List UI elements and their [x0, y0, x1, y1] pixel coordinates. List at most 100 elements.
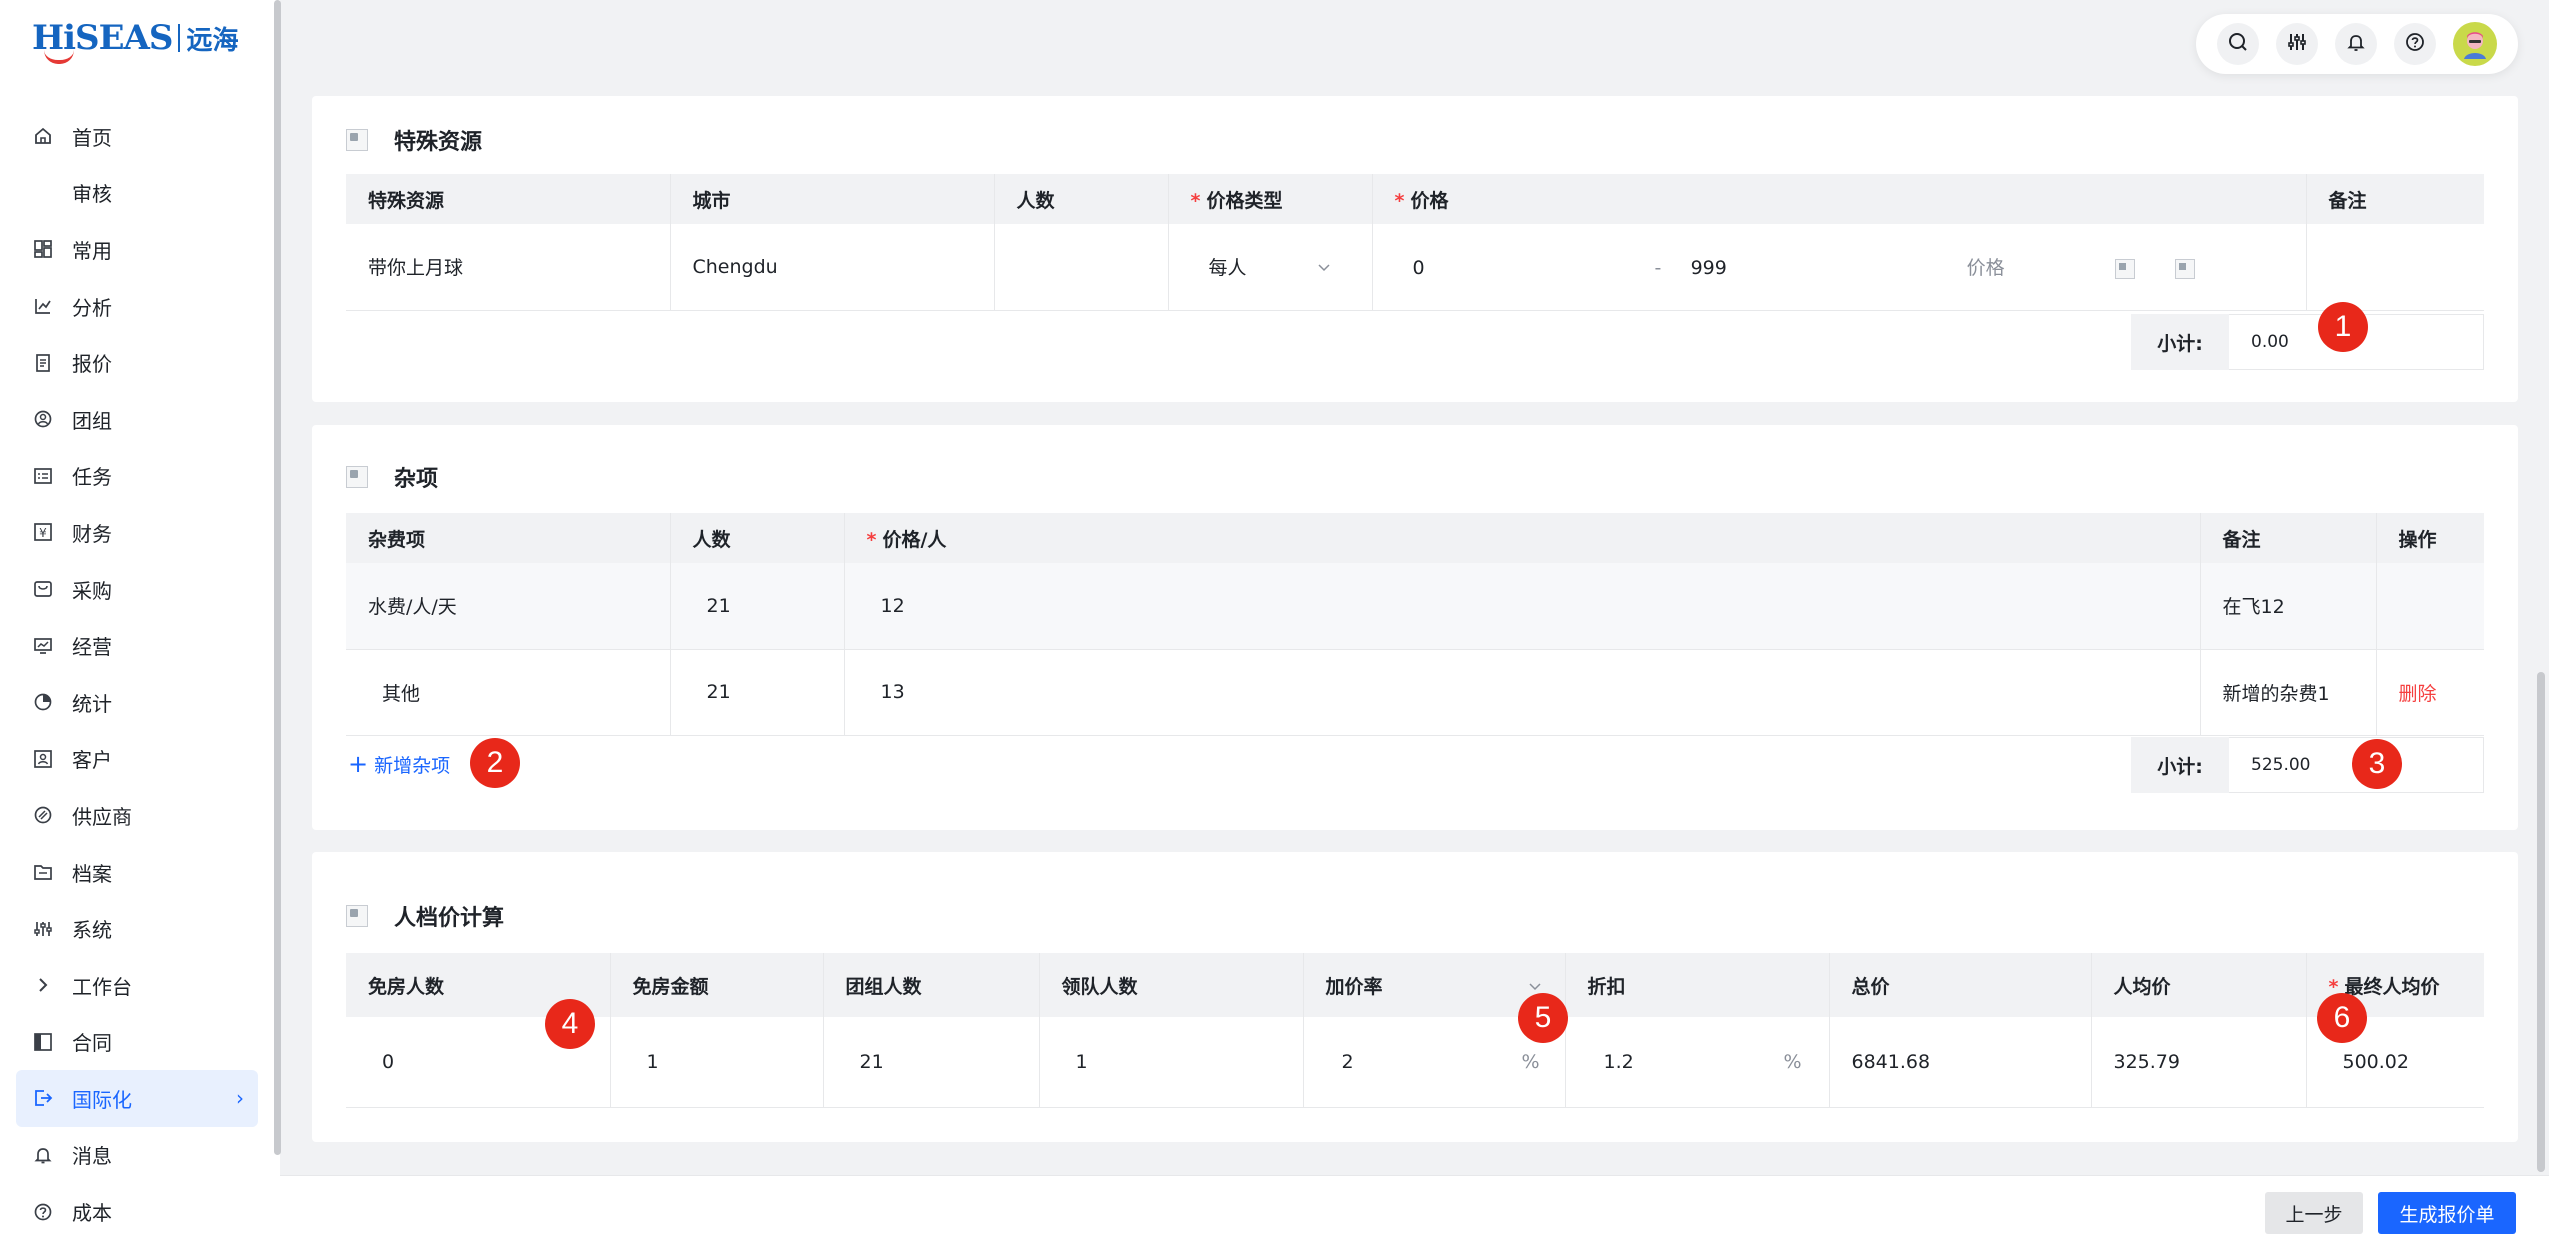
col-header-total: 总价 — [1829, 953, 2092, 1017]
purchase-icon — [32, 578, 54, 600]
item-cell[interactable]: 其他 — [346, 649, 671, 736]
delete-link[interactable]: 删除 — [2376, 649, 2484, 736]
sidebar-item-label: 首页 — [72, 125, 112, 150]
sidebar-item-contract[interactable]: 合同 — [16, 1014, 258, 1071]
remark-cell[interactable]: 在飞12 — [2200, 563, 2377, 650]
col-header-label: 最终人均价 — [2344, 975, 2440, 998]
sidebar-item-label: 成本 — [72, 1201, 112, 1226]
supplier-icon — [32, 804, 54, 826]
col-header-remark: 备注 — [2200, 513, 2377, 563]
sidebar-scrollbar[interactable] — [274, 0, 281, 1155]
table-row: 水费/人/天 21 12 在飞12 — [346, 563, 2484, 650]
special-resources-panel: 特殊资源 特殊资源 城市 人数 * 价格类型 * 价格 备注 带你上月球 Chen — [312, 96, 2518, 402]
discount-cell: 1.2 % — [1565, 1017, 1830, 1108]
price-cell[interactable]: 12 — [844, 563, 2201, 650]
price-placeholder[interactable]: 价格 — [1967, 253, 2109, 280]
remark-cell[interactable] — [2306, 224, 2484, 311]
sidebar-item-quote[interactable]: 报价 — [16, 334, 258, 391]
special-resources-table: 特殊资源 城市 人数 * 价格类型 * 价格 备注 带你上月球 Chengdu 每人 — [346, 174, 2484, 311]
section-title: 人档价计算 — [346, 900, 504, 932]
col-header-price-type: * 价格类型 — [1168, 174, 1373, 224]
sidebar-item-stats[interactable]: 统计 — [16, 674, 258, 731]
total-value: 6841.68 — [1829, 1017, 2092, 1108]
section-title: 特殊资源 — [346, 124, 482, 156]
section-title: 杂项 — [346, 461, 438, 493]
people-cell[interactable]: 21 — [670, 649, 845, 736]
discount-input[interactable]: 1.2 — [1588, 1051, 1778, 1073]
sidebar-item-label: 任务 — [72, 465, 112, 490]
add-icon[interactable] — [2114, 258, 2135, 279]
sidebar-item-customer[interactable]: 客户 — [16, 731, 258, 788]
col-header-label: 价格/人 — [882, 528, 947, 551]
sidebar-item-analysis[interactable]: 分析 — [16, 278, 258, 335]
prev-step-button[interactable]: 上一步 — [2265, 1192, 2363, 1234]
price-max-input[interactable]: 999 — [1691, 257, 1961, 279]
subtotal-label: 小计: — [2131, 314, 2229, 370]
free-amount-input[interactable]: 1 — [610, 1017, 824, 1108]
group-size-input[interactable]: 21 — [823, 1017, 1040, 1108]
people-cell[interactable] — [994, 224, 1169, 311]
col-header-action: 操作 — [2376, 513, 2484, 563]
finance-icon: ¥ — [32, 521, 54, 543]
chevron-down-icon — [1317, 257, 1331, 279]
generate-quote-button[interactable]: 生成报价单 — [2378, 1192, 2516, 1234]
sidebar-item-purchase[interactable]: 采购 — [16, 561, 258, 618]
notifications-button[interactable] — [2334, 23, 2377, 65]
contract-icon — [32, 1031, 54, 1053]
sidebar-item-review[interactable]: 审核 — [16, 165, 258, 222]
price-calc-panel: 人档价计算 免房人数 免房金额 团组人数 领队人数 加价率 折扣 总价 人均价 … — [312, 852, 2518, 1142]
logo[interactable]: HiSEAS 远海 — [32, 18, 239, 64]
logo-smile-icon — [44, 50, 74, 64]
misc-table: 杂费项 人数 *价格/人 备注 操作 水费/人/天 21 12 在飞12 其他 — [346, 513, 2484, 736]
sidebar-item-label: 消息 — [72, 1144, 112, 1169]
remove-icon[interactable] — [2174, 258, 2195, 279]
people-cell[interactable]: 21 — [670, 563, 845, 650]
annotation-badge-6: 6 — [2317, 993, 2367, 1043]
help-button[interactable] — [2394, 23, 2437, 65]
sidebar-item-group[interactable]: 团组 — [16, 391, 258, 448]
resource-cell[interactable]: 带你上月球 — [346, 224, 671, 311]
sidebar-item-task[interactable]: 任务 — [16, 448, 258, 505]
remark-cell[interactable]: 新增的杂费1 — [2200, 649, 2377, 736]
sidebar-item-i18n[interactable]: 国际化 › — [16, 1070, 258, 1127]
markup-input[interactable]: 2 — [1326, 1051, 1516, 1073]
price-cell[interactable]: 13 — [844, 649, 2201, 736]
search-button[interactable] — [2216, 23, 2259, 65]
help-icon — [2404, 31, 2426, 57]
sidebar-item-home[interactable]: 首页 — [16, 108, 258, 165]
price-calc-table: 免房人数 免房金额 团组人数 领队人数 加价率 折扣 总价 人均价 * 最终人均价 — [346, 953, 2484, 1108]
city-cell[interactable]: Chengdu — [670, 224, 995, 311]
settings-button[interactable] — [2275, 23, 2318, 65]
sidebar-item-workbench[interactable]: 工作台 — [16, 957, 258, 1014]
price-type-select[interactable]: 每人 — [1168, 224, 1373, 311]
item-cell[interactable]: 水费/人/天 — [346, 563, 671, 650]
sidebar-item-label: 统计 — [72, 691, 112, 716]
sidebar: HiSEAS 远海 首页 审核 常用 分析 报价 团组 任务 ¥ 财务 采购 经… — [0, 0, 280, 1251]
sidebar-item-label: 财务 — [72, 521, 112, 546]
col-header-city: 城市 — [670, 174, 995, 224]
sidebar-item-cost[interactable]: 成本 — [16, 1183, 258, 1240]
sidebar-item-operation[interactable]: 经营 — [16, 617, 258, 674]
sidebar-item-archive[interactable]: 档案 — [16, 844, 258, 901]
chevron-right-icon — [32, 974, 54, 996]
sidebar-item-label: 工作台 — [72, 974, 132, 999]
required-mark: * — [1394, 189, 1405, 212]
sidebar-item-label: 分析 — [72, 295, 112, 320]
sidebar-item-finance[interactable]: ¥ 财务 — [16, 504, 258, 561]
avatar[interactable] — [2453, 22, 2498, 66]
annotation-badge-2: 2 — [470, 738, 520, 788]
top-toolbar — [2196, 14, 2518, 74]
plus-icon: + — [348, 750, 369, 778]
sidebar-item-system[interactable]: 系统 — [16, 900, 258, 957]
sidebar-item-message[interactable]: 消息 — [16, 1127, 258, 1184]
sidebar-item-supplier[interactable]: 供应商 — [16, 787, 258, 844]
add-misc-button[interactable]: + 新增杂项 — [348, 750, 450, 778]
leaders-input[interactable]: 1 — [1039, 1017, 1304, 1108]
logo-divider — [178, 24, 181, 52]
table-header-row: 杂费项 人数 * 价格/人 备注 操作 — [346, 513, 2484, 563]
price-min-input[interactable]: 0 — [1395, 257, 1649, 279]
main-scrollbar[interactable] — [2537, 672, 2545, 1172]
sidebar-item-common[interactable]: 常用 — [16, 221, 258, 278]
folder-icon — [32, 861, 54, 883]
logo-cn-text: 远海 — [186, 25, 239, 56]
